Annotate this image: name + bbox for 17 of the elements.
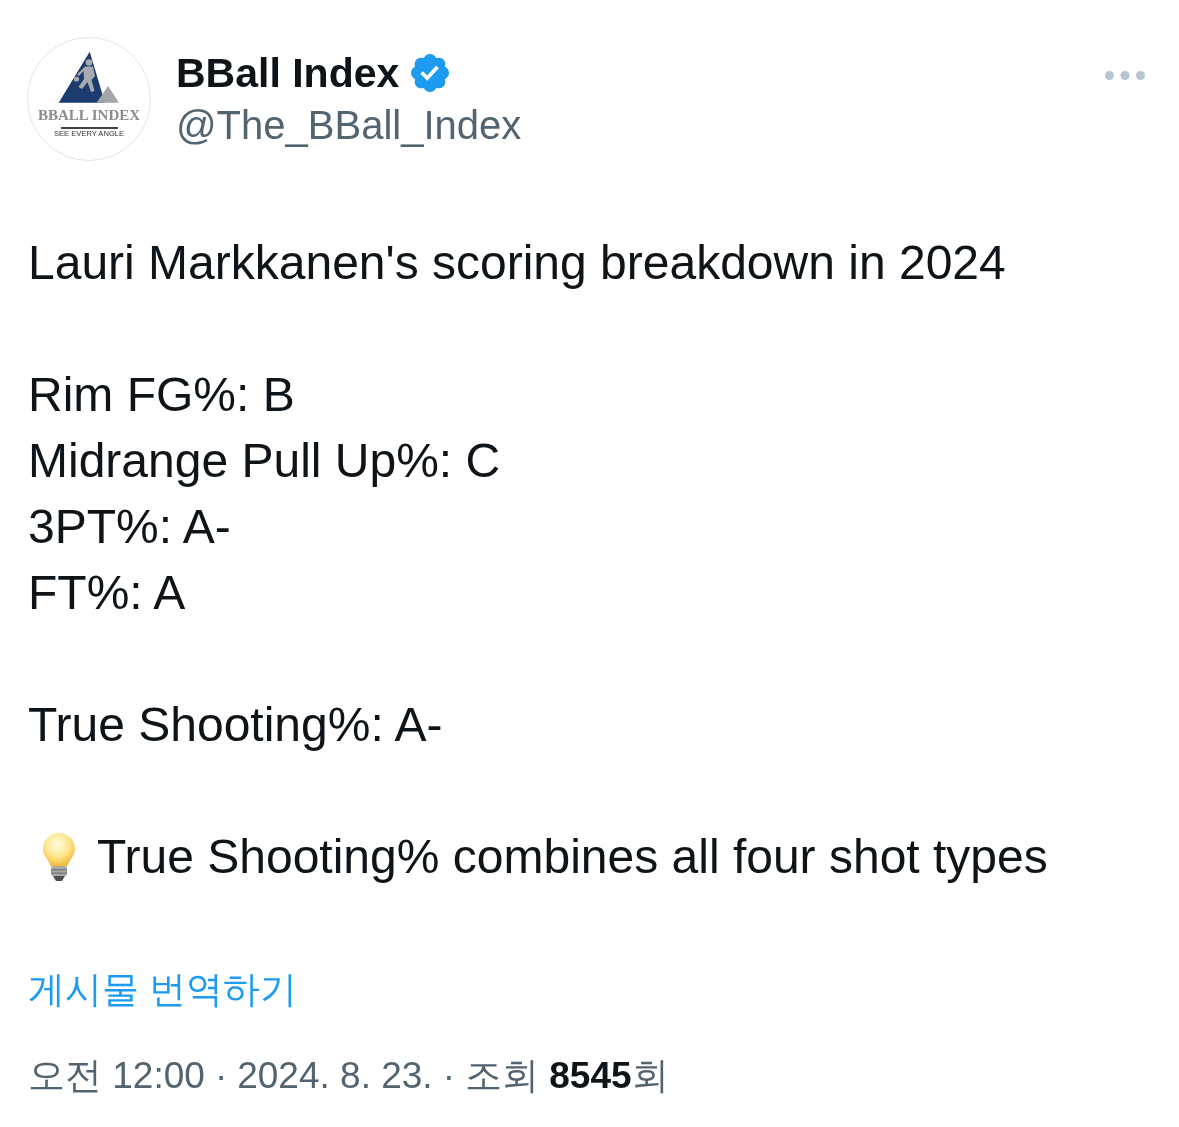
triangle-logo-icon	[58, 51, 120, 103]
post-text: Midrange Pull Up%: C	[28, 433, 502, 489]
post-text: 3PT%: A-	[28, 499, 232, 555]
more-icon[interactable]	[1105, 71, 1145, 80]
post-text: FT%: A	[28, 565, 187, 621]
view-count[interactable]: 조회 8545회	[465, 1052, 669, 1100]
post-date[interactable]: 2024. 8. 23.	[237, 1052, 433, 1100]
logo-text: BBALL INDEX	[37, 108, 141, 123]
post-text: Rim FG%: B	[28, 367, 296, 423]
separator-dot: ·	[442, 1054, 455, 1098]
account-handle[interactable]: @The_BBall_Index	[176, 100, 522, 150]
post-text: True Shooting% combines all four shot types	[97, 829, 1048, 885]
separator-dot: ·	[214, 1054, 228, 1098]
post-time[interactable]: 오전 12:00	[28, 1052, 205, 1100]
post-text: True Shooting%: A-	[28, 697, 444, 753]
account-name[interactable]: BBall Index	[176, 48, 400, 98]
post-text: Lauri Markkanen's scoring breakdown in 2024	[28, 235, 1007, 291]
